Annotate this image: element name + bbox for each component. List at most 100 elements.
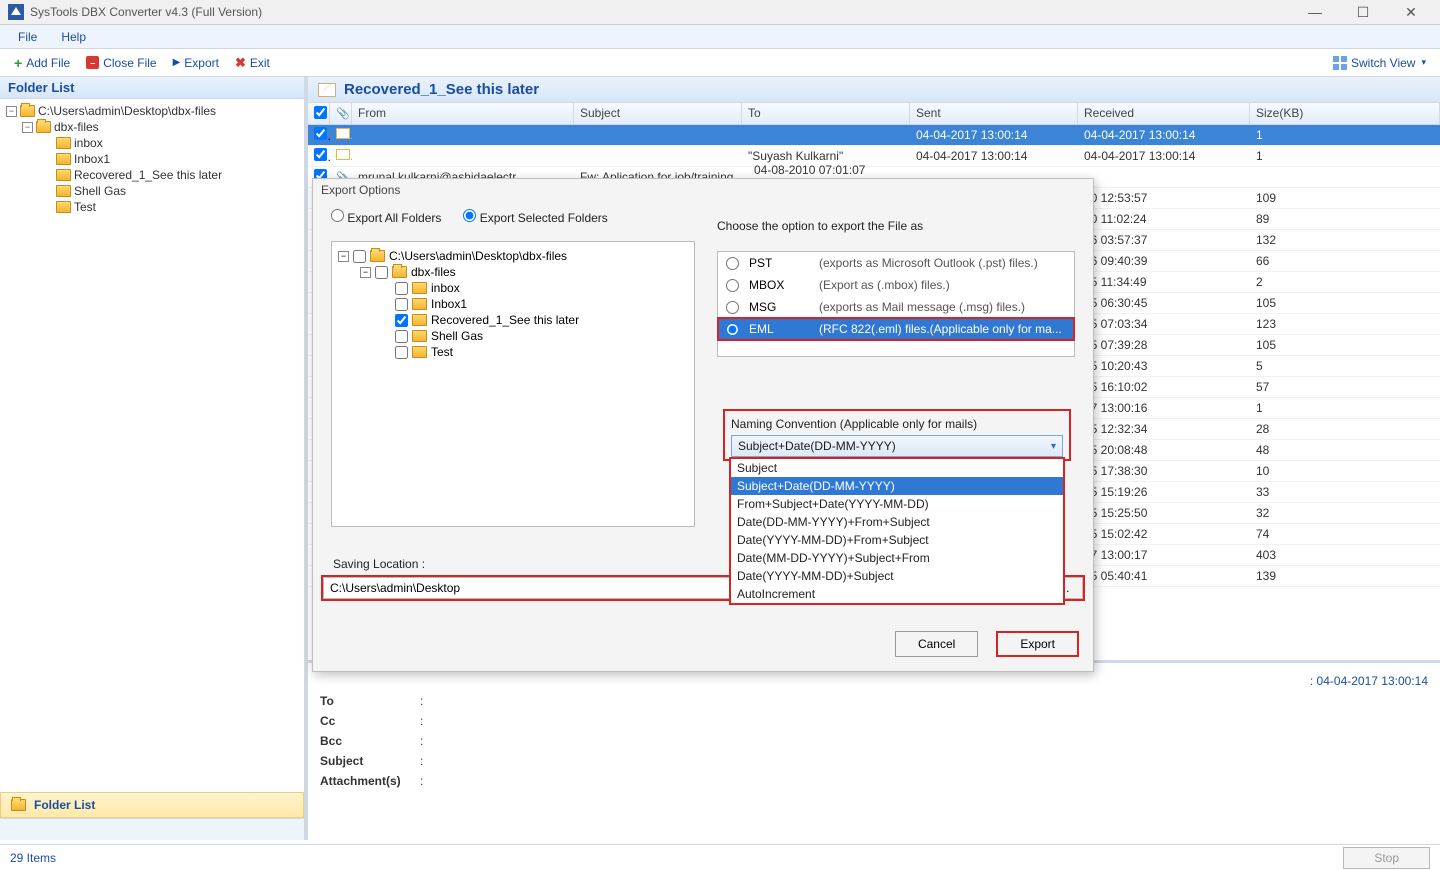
export-all-radio[interactable]: Export All Folders (331, 209, 441, 225)
row-checkbox[interactable] (314, 127, 327, 140)
format-radio[interactable] (726, 279, 739, 292)
folder-list-toggle[interactable]: Folder List (0, 792, 304, 818)
tree-checkbox[interactable] (395, 314, 408, 327)
cell-received: 05 15:25:50 (1078, 506, 1250, 520)
dropdown-item[interactable]: Subject+Date(DD-MM-YYYY) (731, 477, 1063, 495)
cell-size: 74 (1250, 527, 1440, 541)
tree-item[interactable]: Inbox1 (6, 151, 298, 167)
naming-combobox[interactable]: Subject+Date(DD-MM-YYYY) ▾ (731, 435, 1063, 457)
dropdown-item[interactable]: Subject (731, 459, 1063, 477)
tree-item-label: Recovered_1_See this later (74, 168, 222, 182)
format-option[interactable]: PST(exports as Microsoft Outlook (.pst) … (718, 252, 1074, 274)
dropdown-item[interactable]: From+Subject+Date(YYYY-MM-DD) (731, 495, 1063, 513)
folder-icon (56, 169, 71, 181)
close-file-button[interactable]: – Close File (78, 54, 164, 72)
export-button[interactable]: ▶ Export (165, 54, 227, 72)
collapse-icon[interactable]: − (338, 251, 349, 262)
col-attachment[interactable]: 📎 (330, 103, 352, 124)
tree-checkbox[interactable] (353, 250, 366, 263)
collapse-icon[interactable]: − (6, 106, 17, 117)
tree-checkbox[interactable] (395, 282, 408, 295)
folder-icon (412, 330, 427, 342)
export-selected-radio[interactable]: Export Selected Folders (463, 209, 607, 225)
dropdown-item[interactable]: Date(YYYY-MM-DD)+From+Subject (731, 531, 1063, 549)
tree-item[interactable]: Shell Gas (338, 328, 688, 344)
maximize-button[interactable]: ☐ (1348, 4, 1378, 21)
tree-item[interactable]: Recovered_1_See this later (6, 167, 298, 183)
add-file-label: Add File (26, 56, 70, 70)
folder-icon (370, 250, 385, 262)
paperclip-icon: 📎 (336, 108, 350, 120)
format-option[interactable]: MSG(exports as Mail message (.msg) files… (718, 296, 1074, 318)
col-size[interactable]: Size(KB) (1250, 103, 1440, 124)
tree-item[interactable]: Test (6, 199, 298, 215)
cell-size: 89 (1250, 212, 1440, 226)
exit-label: Exit (250, 56, 270, 70)
exit-button[interactable]: ✖ Exit (227, 53, 278, 73)
tree-item[interactable]: inbox (338, 280, 688, 296)
collapse-icon[interactable]: − (360, 267, 371, 278)
col-subject[interactable]: Subject (574, 103, 742, 124)
tree-checkbox[interactable] (395, 346, 408, 359)
tree-root[interactable]: − C:\Users\admin\Desktop\dbx-files (338, 248, 688, 264)
stop-button[interactable]: Stop (1343, 847, 1430, 869)
format-radio[interactable] (726, 301, 739, 314)
dropdown-item[interactable]: Date(DD-MM-YYYY)+From+Subject (731, 513, 1063, 531)
tree-checkbox[interactable] (395, 298, 408, 311)
tree-item[interactable]: Recovered_1_See this later (338, 312, 688, 328)
format-radio[interactable] (726, 323, 739, 336)
cell-size: 1 (1250, 149, 1440, 163)
tree-root[interactable]: − C:\Users\admin\Desktop\dbx-files (6, 103, 298, 119)
folder-icon (56, 137, 71, 149)
switch-view-button[interactable]: Switch View ▾ (1325, 54, 1434, 72)
grid-icon (1333, 56, 1347, 70)
naming-dropdown[interactable]: SubjectSubject+Date(DD-MM-YYYY)From+Subj… (729, 457, 1065, 605)
format-option[interactable]: EML(RFC 822(.eml) files.(Applicable only… (718, 318, 1074, 340)
tree-item[interactable]: Inbox1 (338, 296, 688, 312)
folder-icon (11, 799, 26, 811)
minimize-button[interactable]: — (1300, 4, 1330, 21)
grid-header: 📎 From Subject To Sent Received Size(KB) (308, 103, 1440, 125)
tree-checkbox[interactable] (395, 330, 408, 343)
format-option[interactable]: MBOX(Export as (.mbox) files.) (718, 274, 1074, 296)
row-checkbox[interactable] (314, 148, 327, 161)
format-list[interactable]: PST(exports as Microsoft Outlook (.pst) … (717, 251, 1075, 357)
dropdown-item[interactable]: Date(YYYY-MM-DD)+Subject (731, 567, 1063, 585)
format-code: MSG (749, 300, 809, 314)
folder-icon (56, 153, 71, 165)
cancel-button[interactable]: Cancel (895, 631, 978, 657)
cell-sent: 04-04-2017 13:00:14 (910, 128, 1078, 142)
dropdown-item[interactable]: Date(MM-DD-YYYY)+Subject+From (731, 549, 1063, 567)
col-from[interactable]: From (352, 103, 574, 124)
tree-item[interactable]: Shell Gas (6, 183, 298, 199)
table-row[interactable]: 04-04-2017 13:00:1404-04-2017 13:00:141 (308, 125, 1440, 146)
export-confirm-button[interactable]: Export (996, 631, 1079, 657)
close-button[interactable]: ✕ (1396, 4, 1426, 21)
cell-received: 04-04-2017 13:00:14 (1078, 149, 1250, 163)
dropdown-item[interactable]: AutoIncrement (731, 585, 1063, 603)
cell-received: 05 07:03:34 (1078, 317, 1250, 331)
col-received[interactable]: Received (1078, 103, 1250, 124)
export-folder-tree[interactable]: − C:\Users\admin\Desktop\dbx-files − dbx… (331, 241, 695, 527)
tree-item[interactable]: − dbx-files (6, 119, 298, 135)
app-icon (8, 4, 24, 20)
col-sent[interactable]: Sent (910, 103, 1078, 124)
cell-sent: 04-04-2017 13:00:14 (910, 149, 1078, 163)
tree-item[interactable]: − dbx-files (338, 264, 688, 280)
cell-size: 109 (1250, 191, 1440, 205)
folder-icon (20, 105, 35, 117)
menu-help[interactable]: Help (55, 28, 92, 46)
naming-selected: Subject+Date(DD-MM-YYYY) (738, 439, 896, 453)
col-to[interactable]: To (742, 103, 910, 124)
cell-size: 48 (1250, 443, 1440, 457)
col-checkbox[interactable] (308, 103, 330, 124)
tree-checkbox[interactable] (375, 266, 388, 279)
format-radio[interactable] (726, 257, 739, 270)
cell-size: 66 (1250, 254, 1440, 268)
collapse-icon[interactable]: − (22, 122, 33, 133)
menu-file[interactable]: File (12, 28, 43, 46)
tree-item[interactable]: Test (338, 344, 688, 360)
tree-item[interactable]: inbox (6, 135, 298, 151)
detail-pane: : 04-04-2017 13:00:14 To: Cc: Bcc: Subje… (308, 660, 1440, 840)
add-file-button[interactable]: + Add File (6, 53, 78, 73)
